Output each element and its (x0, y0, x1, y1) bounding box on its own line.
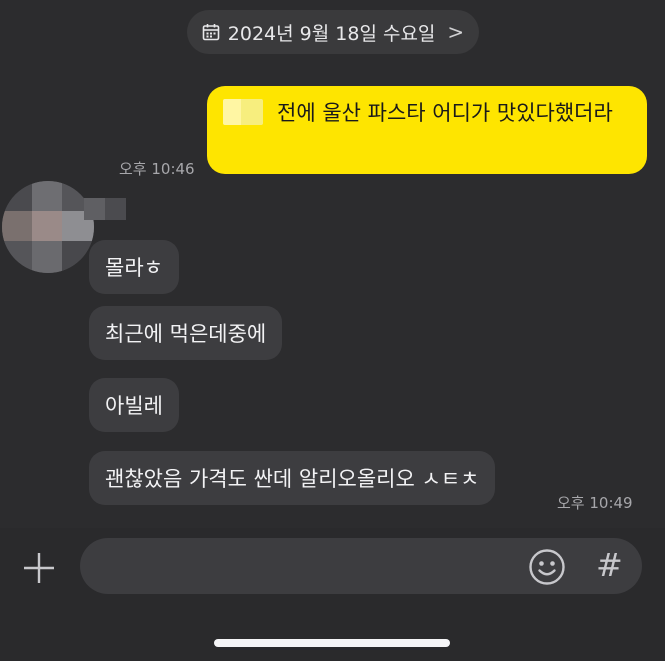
incoming-message-bubble[interactable]: 몰라ㅎ (89, 240, 179, 294)
incoming-timestamp: 오후 10:49 (557, 494, 633, 512)
date-label: 2024년 9월 18일 수요일 (227, 22, 436, 45)
chevron-right-icon: > (447, 20, 465, 44)
outgoing-message-bubble[interactable]: 전에 울산 파스타 어디가 맛있다했더라 (207, 86, 647, 174)
emoji-icon[interactable] (528, 548, 566, 586)
incoming-message-text: 몰라ㅎ (105, 256, 163, 280)
calendar-icon (202, 24, 220, 41)
incoming-message-bubble[interactable]: 괜찮았음 가격도 싼데 알리오올리오 ㅅㅌㅊ (89, 451, 496, 505)
incoming-message-bubble[interactable]: 최근에 먹은데중에 (89, 306, 283, 360)
incoming-message-bubble[interactable]: 아빌레 (89, 378, 179, 432)
hash-icon[interactable]: # (596, 546, 623, 584)
plus-icon[interactable] (22, 551, 56, 585)
outgoing-message-text: 전에 울산 파스타 어디가 맛있다했더라 (277, 101, 613, 125)
avatar[interactable] (2, 181, 94, 273)
outgoing-timestamp: 오후 10:46 (119, 160, 195, 178)
incoming-message-text: 최근에 먹은데중에 (105, 322, 267, 346)
incoming-message-text: 괜찮았음 가격도 싼데 알리오올리오 ㅅㅌㅊ (105, 467, 480, 491)
incoming-message-text: 아빌레 (105, 394, 163, 418)
home-indicator[interactable] (214, 639, 450, 647)
chat-view: 2024년 9월 18일 수요일 > 오후 10:46 전에 울산 파스타 어디… (0, 0, 665, 528)
redacted-mention (223, 99, 263, 125)
redacted-sender-name (84, 198, 126, 220)
date-header[interactable]: 2024년 9월 18일 수요일 > (187, 10, 479, 54)
